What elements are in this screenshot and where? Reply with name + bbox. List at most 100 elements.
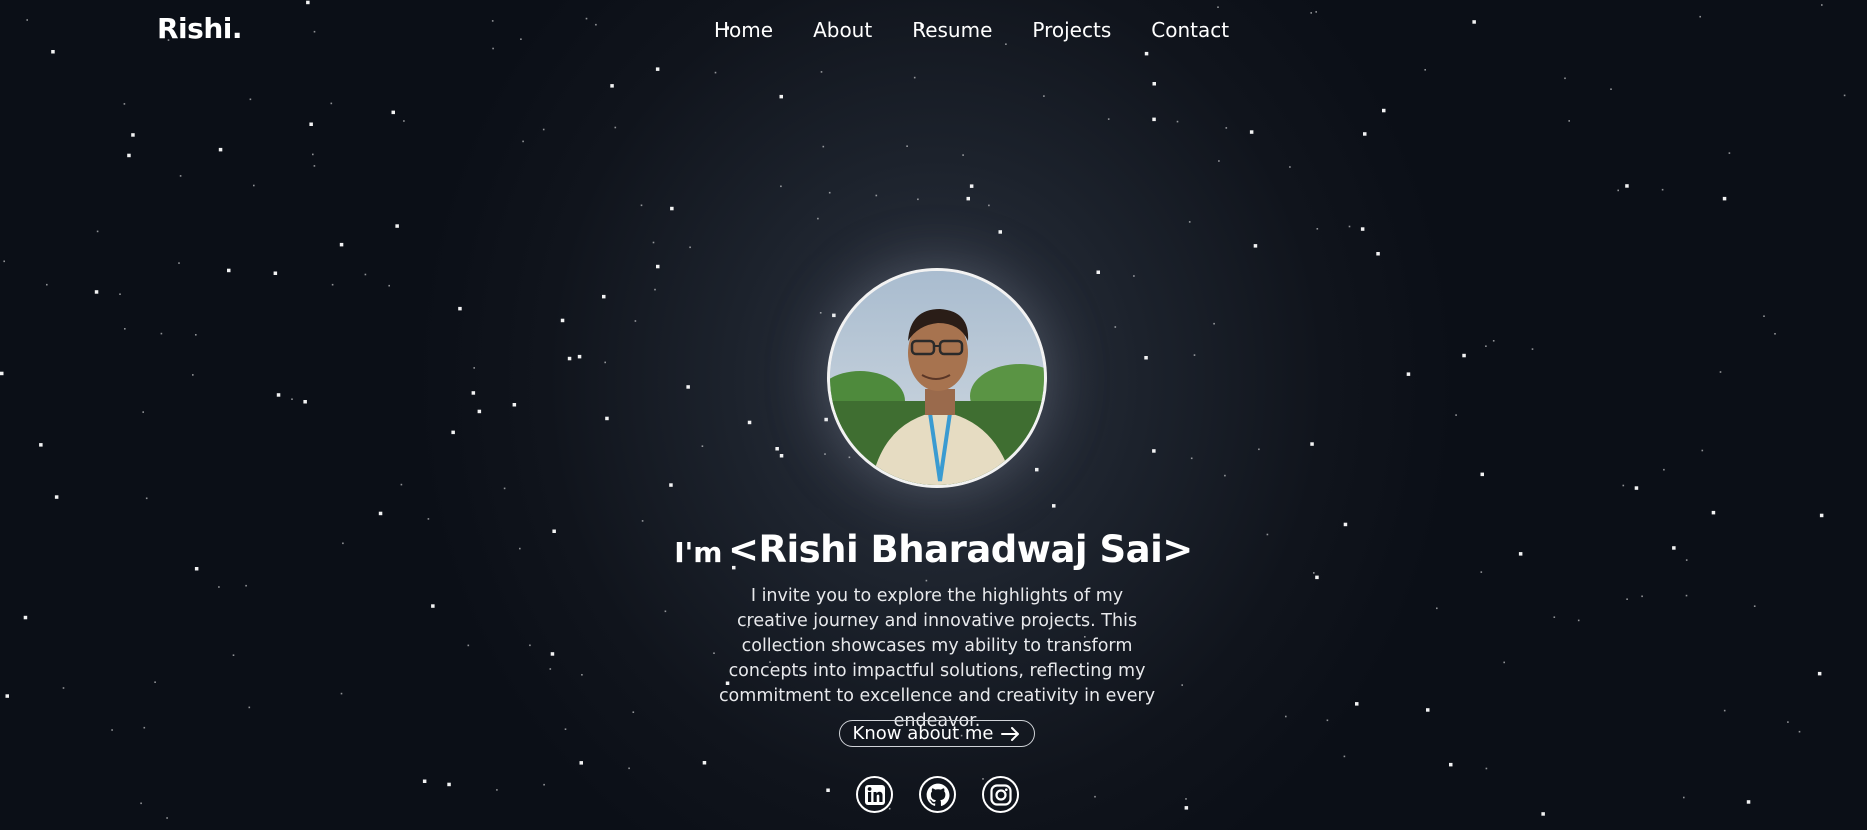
star bbox=[605, 416, 609, 421]
star bbox=[819, 312, 822, 314]
star bbox=[477, 409, 482, 414]
star bbox=[1218, 160, 1220, 162]
star bbox=[1503, 661, 1505, 664]
star bbox=[427, 518, 430, 520]
star bbox=[1472, 20, 1476, 24]
star bbox=[988, 204, 990, 207]
star bbox=[529, 644, 531, 647]
star bbox=[1152, 449, 1156, 453]
star bbox=[1144, 51, 1149, 56]
star bbox=[1485, 767, 1488, 770]
star bbox=[1176, 120, 1179, 123]
star bbox=[604, 361, 606, 364]
star bbox=[628, 767, 630, 770]
star bbox=[400, 483, 403, 486]
star bbox=[1843, 94, 1846, 97]
star bbox=[512, 403, 517, 407]
nav-projects[interactable]: Projects bbox=[1032, 18, 1111, 42]
nav-resume[interactable]: Resume bbox=[912, 18, 992, 42]
star bbox=[1763, 315, 1765, 317]
star bbox=[124, 328, 126, 330]
star bbox=[824, 453, 826, 455]
star bbox=[822, 145, 825, 148]
star bbox=[131, 133, 135, 137]
linkedin-button[interactable] bbox=[856, 776, 893, 813]
star bbox=[1746, 800, 1751, 804]
star bbox=[1258, 448, 1260, 451]
star bbox=[253, 184, 255, 187]
star bbox=[1626, 598, 1628, 600]
star bbox=[1107, 118, 1110, 120]
star bbox=[330, 102, 333, 105]
star bbox=[309, 122, 313, 126]
star bbox=[917, 198, 919, 201]
star bbox=[471, 391, 476, 395]
star bbox=[1382, 108, 1386, 113]
star bbox=[1326, 719, 1329, 722]
instagram-button[interactable] bbox=[982, 776, 1019, 813]
site-logo[interactable]: Rishi. bbox=[157, 12, 243, 45]
star bbox=[543, 783, 545, 786]
nav-contact[interactable]: Contact bbox=[1151, 18, 1229, 42]
star bbox=[1426, 708, 1430, 712]
star bbox=[331, 283, 334, 286]
star bbox=[581, 674, 583, 676]
star bbox=[51, 50, 55, 54]
nav-about[interactable]: About bbox=[813, 18, 872, 42]
greeting-text: I'm bbox=[674, 536, 723, 569]
github-button[interactable] bbox=[919, 776, 956, 813]
star bbox=[656, 264, 660, 269]
star bbox=[1224, 474, 1226, 477]
star bbox=[1193, 354, 1196, 356]
star bbox=[218, 586, 220, 588]
star bbox=[142, 411, 144, 413]
star bbox=[966, 196, 970, 201]
star bbox=[178, 262, 180, 264]
star bbox=[1144, 356, 1148, 360]
star bbox=[1480, 472, 1484, 477]
star bbox=[431, 604, 435, 608]
star bbox=[1094, 795, 1096, 798]
star bbox=[26, 19, 28, 21]
know-about-me-button[interactable]: Know about me bbox=[839, 720, 1035, 747]
star bbox=[0, 371, 4, 376]
hero-name: <Rishi Bharadwaj Sai> bbox=[727, 528, 1193, 571]
star bbox=[522, 140, 524, 143]
star bbox=[276, 393, 281, 397]
star bbox=[1819, 513, 1824, 518]
star bbox=[560, 318, 565, 323]
star bbox=[1701, 449, 1704, 452]
star bbox=[391, 110, 395, 115]
star bbox=[1035, 467, 1039, 472]
star bbox=[1663, 468, 1665, 471]
star bbox=[1711, 510, 1716, 515]
star bbox=[1568, 120, 1570, 122]
hero-bio: I invite you to explore the highlights o… bbox=[718, 586, 1156, 731]
star bbox=[1152, 117, 1156, 122]
star bbox=[313, 165, 316, 167]
star bbox=[1625, 184, 1629, 188]
star bbox=[1798, 730, 1801, 733]
star bbox=[119, 293, 121, 295]
star bbox=[312, 153, 314, 156]
nav-home[interactable]: Home bbox=[714, 18, 773, 42]
star bbox=[1462, 353, 1466, 358]
star bbox=[291, 398, 293, 400]
star bbox=[303, 400, 307, 404]
star bbox=[1610, 88, 1612, 90]
star bbox=[1096, 270, 1100, 274]
star bbox=[610, 84, 614, 88]
star bbox=[1133, 275, 1135, 277]
star bbox=[54, 495, 59, 499]
star bbox=[1190, 457, 1193, 460]
star bbox=[820, 71, 823, 73]
star bbox=[1188, 221, 1191, 223]
star bbox=[1181, 684, 1183, 686]
star bbox=[664, 610, 667, 613]
star bbox=[232, 654, 235, 656]
star bbox=[875, 194, 878, 197]
star bbox=[1052, 504, 1056, 508]
star bbox=[123, 103, 126, 105]
star bbox=[779, 454, 784, 458]
star bbox=[492, 47, 494, 50]
